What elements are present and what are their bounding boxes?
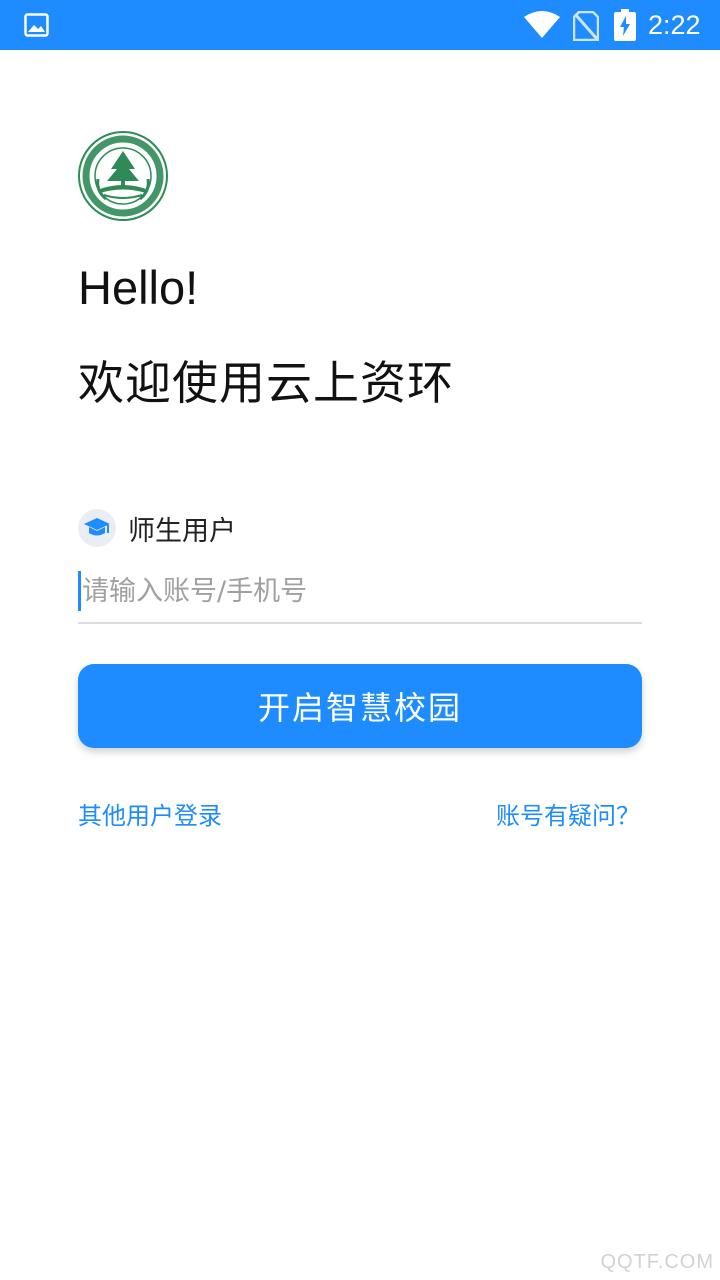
account-input[interactable]	[82, 566, 622, 616]
account-field	[78, 560, 642, 624]
battery-charging-icon	[614, 9, 636, 41]
welcome-title: 欢迎使用云上资环	[78, 356, 454, 410]
graduation-cap-icon	[78, 509, 116, 547]
status-time: 2:22	[648, 10, 701, 40]
account-question-link[interactable]: 账号有疑问？	[496, 798, 640, 834]
start-smart-campus-button[interactable]: 开启智慧校园	[78, 664, 642, 748]
college-emblem-icon	[78, 131, 168, 221]
user-type-selector[interactable]: 师生用户	[78, 508, 236, 548]
text-cursor	[78, 571, 81, 611]
watermark-text: QQTF.COM	[600, 1251, 714, 1273]
status-bar: 2:22	[0, 0, 720, 50]
no-sim-icon	[573, 11, 599, 41]
image-notification-icon	[24, 13, 49, 37]
other-user-login-link[interactable]: 其他用户登录	[78, 798, 222, 834]
greeting-title: Hello!	[78, 261, 199, 314]
user-type-label: 师生用户	[128, 515, 236, 547]
wifi-icon	[524, 11, 560, 38]
